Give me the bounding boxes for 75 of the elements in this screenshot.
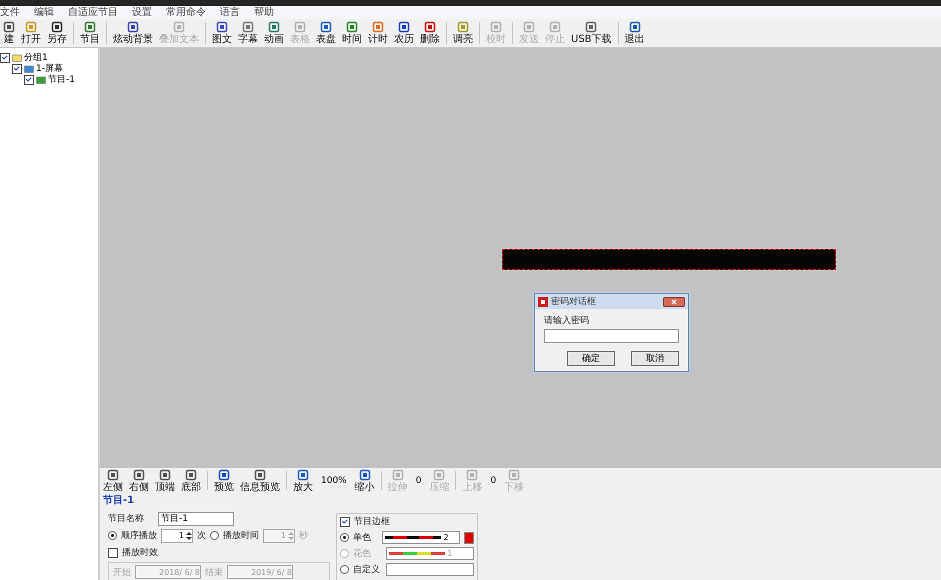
password-field[interactable] [544,329,679,343]
unit-label: 秒 [299,530,308,542]
tree-checkbox[interactable] [24,74,34,84]
line-style-dropdown[interactable] [386,563,474,576]
spin-field[interactable]: 1 [161,528,193,542]
toolbar-button[interactable]: 左侧 [100,468,126,493]
checkbox-label: 播放时效 [122,546,158,559]
toolbar-button[interactable]: 顶端 [152,468,178,493]
radio-label: 单色 [353,532,372,544]
dialog-title: 密码对话框 [551,296,597,308]
radio-label: 花色 [353,548,372,560]
radio-label: 顺序播放 [121,530,157,542]
tree-item[interactable]: 1-屏幕 [36,62,63,75]
checkbox[interactable] [340,516,350,526]
toolbar-button[interactable]: 建 [0,19,18,47]
close-button[interactable] [663,296,685,306]
color-swatch[interactable] [464,532,474,544]
spin-arrows-icon [288,530,294,540]
tree-item[interactable]: 分组1 [24,51,48,64]
toolbar-button[interactable]: USB下载 [568,19,615,47]
toolbar-button[interactable]: 打开 [18,19,44,47]
tree-checkbox[interactable] [12,64,22,74]
toolbar-button[interactable]: 农历 [391,19,417,47]
toolbar-button[interactable]: 节目 [77,19,103,47]
checkbox-label: 节目边框 [354,516,390,528]
radio-button[interactable] [340,565,349,574]
toolbar-button[interactable]: 炫动背景 [110,19,156,47]
radio-button[interactable] [108,531,117,540]
tree-checkbox[interactable] [0,52,10,62]
radio-button[interactable] [340,533,349,542]
spin-arrows-icon [186,530,192,540]
toolbar-button[interactable]: 放大 [290,468,316,493]
end-label: 结束 [205,566,223,578]
toolbar-button[interactable]: 另存 [44,19,70,47]
menu-item[interactable]: 自适应节目 [68,6,118,19]
panel-title: 节目-1 [103,494,136,507]
dialog-button[interactable]: 确定 [567,351,615,366]
app-icon [538,296,548,306]
zoom-value: 0 [414,476,422,486]
toolbar-button[interactable]: 预览 [211,468,237,493]
line-sample-icon [389,551,446,556]
checkbox[interactable] [108,548,118,558]
menu-item[interactable]: 语言 [220,6,240,19]
menu-item[interactable]: 帮助 [254,6,274,19]
toolbar-button[interactable]: 删除 [417,19,443,47]
toolbar-button[interactable]: 右侧 [126,468,152,493]
unit-label: 次 [197,530,206,542]
password-prompt: 请输入密码 [544,314,590,327]
toolbar-button[interactable]: 缩小 [352,468,378,493]
radio-label: 自定义 [353,564,381,576]
name-field[interactable]: 节目-1 [158,512,234,526]
toolbar-button[interactable]: 表盘 [313,19,339,47]
zoom-value: 0 [489,476,498,486]
menu-item[interactable]: 文件 [0,6,20,19]
toolbar-button[interactable]: 图文 [209,19,235,47]
tree-item[interactable]: 节目-1 [48,73,75,86]
toolbar-button[interactable]: 退出 [622,19,648,47]
menu-item[interactable]: 编辑 [34,6,54,19]
radio-label: 播放时间 [223,530,259,542]
radio-button[interactable] [210,531,219,540]
toolbar-button[interactable]: 调亮 [450,19,476,47]
toolbar-button[interactable]: 底部 [178,468,204,493]
toolbar-button[interactable]: 时间 [339,19,365,47]
toolbar-button[interactable]: 字幕 [235,19,261,47]
menu-item[interactable]: 常用命令 [166,6,206,19]
start-label: 开始 [113,566,131,578]
zoom-value: 100% [320,476,348,486]
toolbar-button[interactable]: 信息预览 [237,468,283,493]
line-sample-icon [385,535,442,540]
name-label: 节目名称 [108,512,145,525]
toolbar-button[interactable]: 动画 [261,19,287,47]
toolbar-button[interactable]: 计时 [365,19,391,47]
menu-item[interactable]: 设置 [132,6,152,19]
line-style-dropdown[interactable]: 2 [382,531,460,544]
dialog-button[interactable]: 取消 [631,351,679,366]
